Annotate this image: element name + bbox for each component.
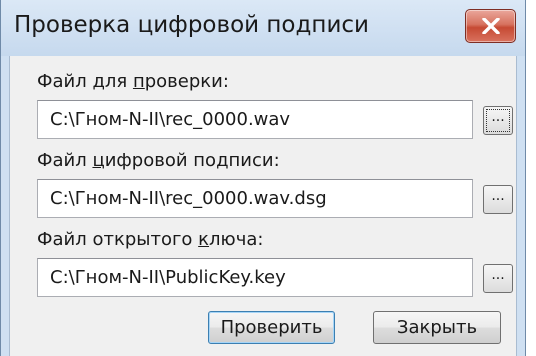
dialog-window: Проверка цифровой подписи Файл для прове… (0, 0, 526, 356)
dialog-title: Проверка цифровой подписи (14, 12, 369, 38)
browse-file-to-verify-button[interactable]: ... (483, 106, 513, 135)
public-key-file-label-part2: лю­ча: (209, 229, 264, 250)
public-key-file-label-part1: Файл открытого (37, 229, 199, 250)
public-key-file-label: Файл открытого клю­ча: (37, 229, 263, 250)
file-to-verify-label-part1: Файл для (37, 71, 133, 92)
public-key-file-label-mnemonic: к (198, 229, 210, 250)
verify-button[interactable]: Проверить (208, 311, 335, 344)
close-button[interactable]: Закрыть (373, 311, 501, 344)
file-to-verify-label-mnemonic: п (132, 71, 145, 92)
signature-file-input[interactable]: C:\Гном-N-II\rec_0000.wav.dsg (37, 179, 473, 218)
signature-file-label-mnemonic: ц (92, 150, 105, 171)
signature-file-label-part1: Файл (37, 150, 93, 171)
title-bar[interactable]: Проверка цифровой подписи (1, 0, 525, 56)
file-to-verify-input[interactable]: C:\Гном-N-II\rec_0000.wav (37, 100, 473, 139)
signature-file-label-part2: ифровой подписи: (104, 150, 280, 171)
file-to-verify-label: Файл для проверки: (37, 71, 229, 92)
file-to-verify-label-part2: роверки: (144, 71, 229, 92)
browse-public-key-file-button[interactable]: ... (483, 264, 513, 293)
public-key-file-input[interactable]: C:\Гном-N-II\PublicKey.key (37, 258, 473, 297)
close-icon (482, 18, 500, 34)
signature-file-label: Файл цифровой подписи: (37, 150, 280, 171)
close-window-button[interactable] (465, 9, 516, 43)
browse-signature-file-button[interactable]: ... (483, 185, 513, 214)
